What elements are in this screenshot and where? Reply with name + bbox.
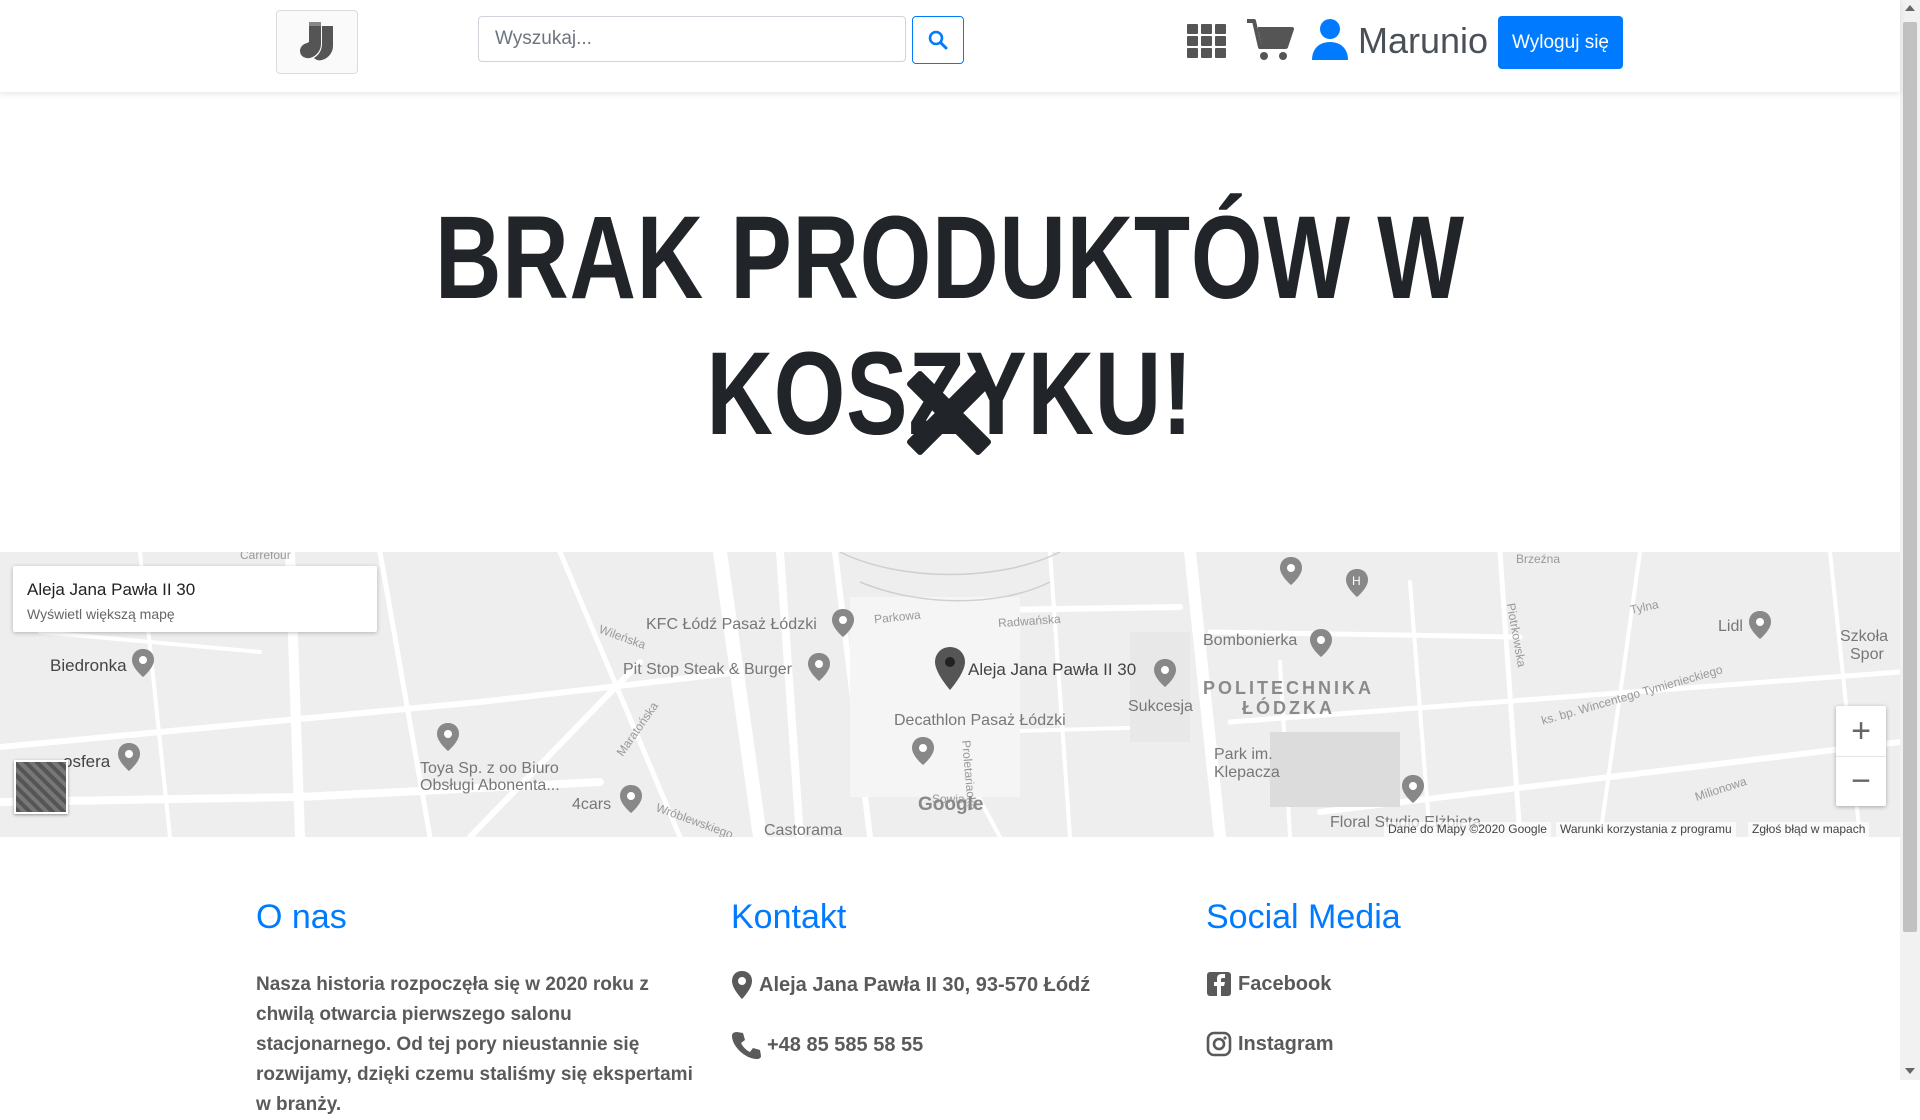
- map-terms-link[interactable]: Warunki korzystania z programu: [1556, 822, 1736, 837]
- toya-pin-icon[interactable]: [435, 722, 461, 752]
- map-card-address: Aleja Jana Pawła II 30: [27, 580, 196, 599]
- map-place-decathlon[interactable]: Decathlon Pasaż Łódzki: [894, 712, 1066, 730]
- scroll-down-arrow-icon[interactable]: [1905, 1068, 1915, 1074]
- search-input[interactable]: [478, 16, 906, 62]
- biedronka-pin-icon[interactable]: [130, 648, 156, 678]
- about-text: Nasza historia rozpoczęła się w 2020 rok…: [256, 974, 693, 1115]
- map-area-politechnika-line2: ŁÓDZKA: [1242, 698, 1335, 718]
- map-place-toya[interactable]: Toya Sp. z oo Biuro: [420, 760, 559, 778]
- map-place-kfc[interactable]: KFC Łódź Pasaż Łódzki: [646, 616, 817, 634]
- map-report-link[interactable]: Zgłoś błąd w mapach: [1748, 822, 1870, 837]
- decathlon-pin-icon[interactable]: [910, 736, 936, 766]
- map-place-biedronka[interactable]: Biedronka: [50, 656, 127, 676]
- social-title: Social Media: [1206, 898, 1401, 936]
- facebook-label[interactable]: Facebook: [1238, 973, 1331, 996]
- kfc-pin-icon[interactable]: [830, 608, 856, 638]
- map-info-card: Aleja Jana Pawła II 30 Wyświetl większą …: [13, 566, 377, 632]
- user-icon: [1312, 19, 1348, 60]
- map-zoom-controls: + −: [1836, 706, 1886, 806]
- map-place-lidl[interactable]: Lidl: [1718, 618, 1743, 636]
- map-place-szkola-line2: Spor: [1850, 646, 1884, 663]
- facebook-icon: [1207, 972, 1231, 996]
- zoom-in-button[interactable]: +: [1836, 706, 1886, 756]
- map-place-sukcesja[interactable]: Sukcesja: [1128, 698, 1193, 716]
- hospital-pin-icon[interactable]: H: [1344, 568, 1370, 598]
- page-scrollbar[interactable]: [1900, 0, 1920, 1080]
- logo-socks-button[interactable]: [276, 10, 358, 74]
- map-place-park[interactable]: Park im.: [1214, 746, 1273, 764]
- categories-button[interactable]: [1186, 20, 1228, 67]
- map-marker-icon[interactable]: [933, 646, 967, 692]
- lidl-pin-icon[interactable]: [1747, 610, 1773, 640]
- bombonierka-pin-icon[interactable]: [1308, 628, 1334, 658]
- zoom-out-button[interactable]: −: [1836, 756, 1886, 806]
- google-logo: Google: [918, 794, 984, 815]
- poi-pin-icon[interactable]: [1278, 556, 1304, 586]
- map-place-4cars[interactable]: 4cars: [572, 796, 611, 814]
- map-street-brzezna: Brzeźna: [1516, 552, 1561, 566]
- shopping-cart-icon: [1247, 19, 1294, 60]
- contact-phone-text[interactable]: +48 85 585 58 55: [767, 1034, 923, 1057]
- phone-icon: [732, 1032, 761, 1059]
- floral-pin-icon[interactable]: [1400, 774, 1426, 804]
- cart-button[interactable]: [1246, 18, 1294, 67]
- embedded-map[interactable]: Aleja Jana Pawła II 30 Wyświetl większą …: [0, 552, 1900, 837]
- contact-phone: +48 85 585 58 55: [731, 1030, 923, 1060]
- map-pin-icon: [732, 971, 752, 999]
- socks-logo-icon: [300, 22, 333, 61]
- svg-text:H: H: [1352, 574, 1361, 588]
- map-place-osfera[interactable]: osfera: [63, 752, 110, 772]
- sukcesja-pin-icon[interactable]: [1152, 658, 1178, 688]
- pitstop-pin-icon[interactable]: [806, 652, 832, 682]
- instagram-icon: [1206, 1031, 1232, 1057]
- map-place-park-line2: Klepacza: [1214, 764, 1280, 781]
- facebook-link[interactable]: Facebook: [1206, 970, 1331, 998]
- scroll-up-arrow-icon[interactable]: [1905, 5, 1915, 11]
- about-title: O nas: [256, 898, 347, 936]
- osfera-pin-icon[interactable]: [116, 742, 142, 772]
- navbar: Marunio Wyloguj się: [0, 0, 1900, 92]
- close-icon: [907, 371, 991, 455]
- scrollbar-thumb[interactable]: [1903, 22, 1917, 932]
- map-place-carrefour: Carrefour: [240, 552, 291, 562]
- logout-button[interactable]: Wyloguj się: [1498, 16, 1623, 69]
- map-area-politechnika: POLITECHNIKA ŁÓDZKA: [1203, 678, 1374, 718]
- satellite-toggle-button[interactable]: [14, 760, 68, 814]
- map-place-szkola[interactable]: Szkoła: [1840, 628, 1888, 646]
- search-button[interactable]: [912, 16, 964, 64]
- map-place-toya-line2: Obsługi Abonenta...: [420, 777, 560, 794]
- search-icon: [928, 30, 948, 50]
- map-place-castorama[interactable]: Castorama: [764, 822, 842, 837]
- map-place-pitstop[interactable]: Pit Stop Steak & Burger: [623, 661, 792, 679]
- map-attribution: Dane do Mapy ©2020 Google: [1384, 822, 1551, 837]
- map-place-bombonierka[interactable]: Bombonierka: [1203, 632, 1297, 650]
- hero-close-icon-wrapper: [906, 370, 992, 461]
- grid-icon: [1187, 24, 1226, 58]
- instagram-label[interactable]: Instagram: [1238, 1033, 1334, 1056]
- 4cars-pin-icon[interactable]: [618, 784, 644, 814]
- username-label[interactable]: Marunio: [1358, 20, 1488, 62]
- user-profile-button[interactable]: [1310, 18, 1350, 67]
- contact-address-text: Aleja Jana Pawła II 30, 93-570 Łódź: [759, 973, 1091, 996]
- instagram-link[interactable]: Instagram: [1206, 1030, 1334, 1058]
- contact-address: Aleja Jana Pawła II 30, 93-570 Łódź: [731, 970, 1090, 1000]
- view-larger-map-link[interactable]: Wyświetl większą mapę: [27, 606, 175, 622]
- map-area-politechnika-line1: POLITECHNIKA: [1203, 678, 1374, 698]
- contact-title: Kontakt: [731, 898, 847, 936]
- map-marker-label[interactable]: Aleja Jana Pawła II 30: [968, 660, 1136, 680]
